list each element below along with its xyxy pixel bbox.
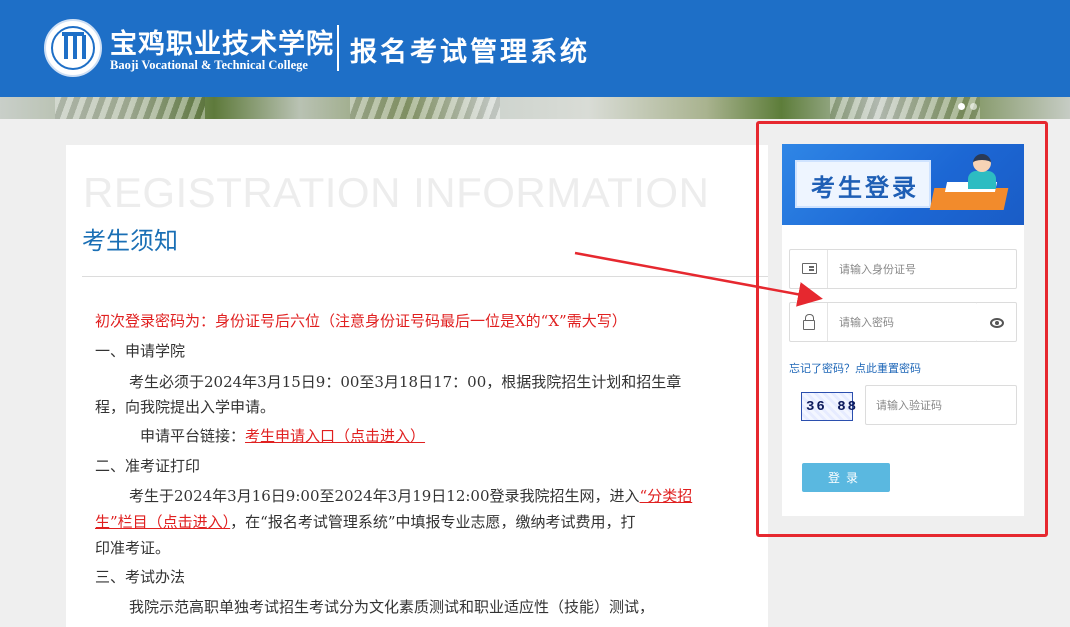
annotation-arrow (574, 251, 823, 307)
